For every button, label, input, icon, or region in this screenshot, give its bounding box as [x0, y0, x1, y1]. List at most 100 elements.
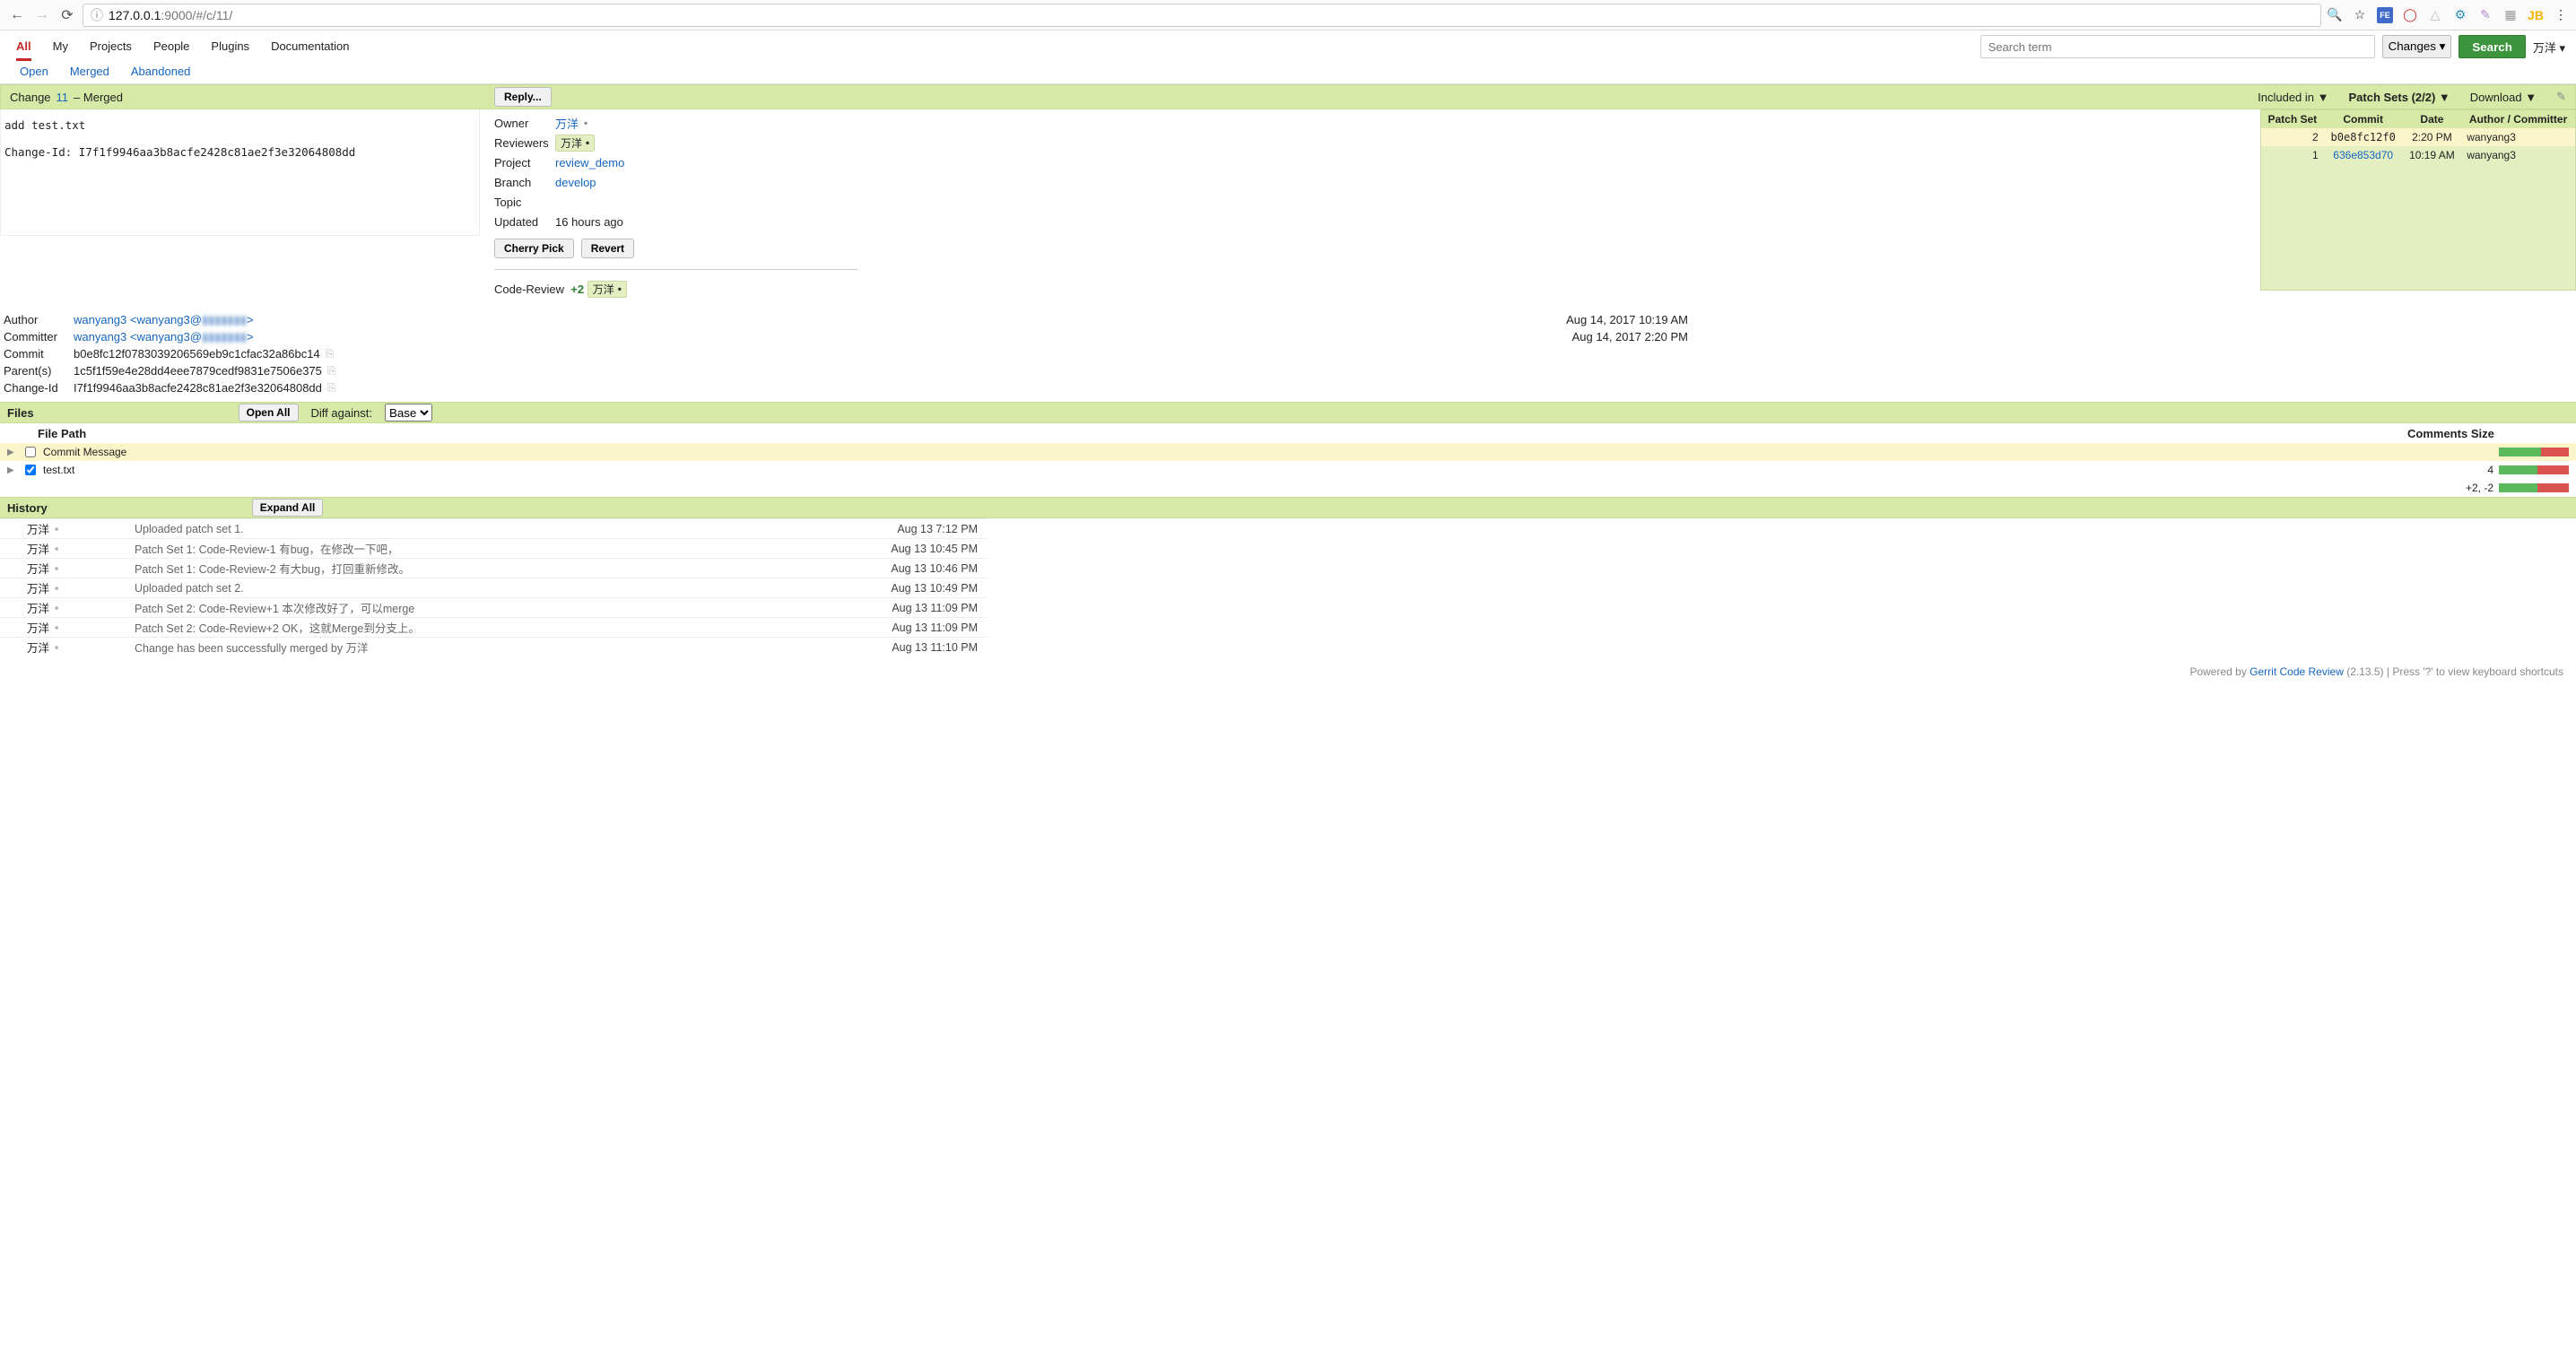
- change-status: – Merged: [74, 91, 123, 104]
- history-row[interactable]: 万洋 ▪Patch Set 1: Code-Review-1 有bug，在修改一…: [0, 538, 987, 558]
- tab-my[interactable]: My: [53, 32, 68, 61]
- tab-projects[interactable]: Projects: [90, 32, 132, 61]
- subtab-abandoned[interactable]: Abandoned: [131, 65, 191, 78]
- commit-meta: Authorwanyang3 <wanyang3@▮▮▮▮▮▮▮> Aug 14,…: [0, 306, 2576, 402]
- author-date: Aug 14, 2017 10:19 AM: [1566, 313, 2576, 326]
- ps-hdr-commit: Commit: [2324, 110, 2403, 128]
- nav-reload-icon[interactable]: ⟳: [57, 5, 77, 25]
- branch-label: Branch: [494, 176, 555, 189]
- diff-base-select[interactable]: Base: [385, 404, 432, 422]
- files-columns: File Path Comments Size: [0, 423, 2576, 443]
- open-all-button[interactable]: Open All: [239, 404, 299, 422]
- project-link[interactable]: review_demo: [555, 156, 624, 170]
- code-review-user-chip[interactable]: 万洋 ▪: [587, 281, 627, 298]
- included-in-dropdown[interactable]: Included in ▼: [2258, 91, 2328, 104]
- project-label: Project: [494, 156, 555, 170]
- url-rest: :9000/#/c/11/: [161, 8, 232, 22]
- copy-icon[interactable]: ⎘: [326, 347, 335, 361]
- col-comments: Comments: [2407, 427, 2467, 440]
- history-row[interactable]: 万洋 ▪Patch Set 1: Code-Review-2 有大bug，打回重…: [0, 558, 987, 578]
- changeid-label: Change-Id: [4, 381, 74, 395]
- history-row[interactable]: 万洋 ▪Uploaded patch set 2.Aug 13 10:49 PM: [0, 578, 987, 597]
- change-label: Change: [10, 91, 51, 104]
- owner-link[interactable]: 万洋: [555, 115, 579, 132]
- nav-back-icon[interactable]: ←: [7, 5, 27, 25]
- commit-label: Commit: [4, 347, 74, 361]
- footer: Powered by Gerrit Code Review (2.13.5) |…: [0, 656, 2576, 682]
- edit-icon[interactable]: ✎: [2556, 90, 2566, 104]
- browser-chrome: ← → ⟳ ⓘ 127.0.0.1:9000/#/c/11/ 🔍 ☆ FE ◯ …: [0, 0, 2576, 30]
- nav-forward-icon: →: [32, 5, 52, 25]
- ext-icon[interactable]: ✎: [2477, 7, 2493, 23]
- committer-link[interactable]: wanyang3 <wanyang3@▮▮▮▮▮▮▮>: [74, 330, 254, 344]
- commit-message: add test.txt Change-Id: I7f1f9946aa3b8ac…: [1, 109, 479, 235]
- patch-set-row[interactable]: 2b0e8fc12f02:20 PMwanyang3: [2261, 128, 2575, 146]
- sub-nav: Open Merged Abandoned: [0, 63, 2576, 84]
- expand-all-button[interactable]: Expand All: [252, 499, 324, 517]
- browser-extensions: 🔍 ☆ FE ◯ △ ⚙ ✎ ▦ JB ⋮: [2327, 7, 2569, 23]
- ext-icon[interactable]: ⚙: [2452, 7, 2468, 23]
- file-checkbox[interactable]: [25, 447, 36, 457]
- commit-hash: b0e8fc12f0783039206569eb9c1cfac32a86bc14: [74, 347, 320, 361]
- files-header: Files Open All Diff against: Base: [0, 402, 2576, 423]
- committer-date: Aug 14, 2017 2:20 PM: [1572, 330, 2576, 343]
- branch-link[interactable]: develop: [555, 176, 596, 189]
- patch-sets-dropdown[interactable]: Patch Sets (2/2) ▼: [2349, 91, 2450, 104]
- search-button[interactable]: Search: [2459, 35, 2525, 58]
- gerrit-link[interactable]: Gerrit Code Review: [2250, 665, 2344, 678]
- tab-plugins[interactable]: Plugins: [211, 32, 249, 61]
- copy-icon[interactable]: ⎘: [327, 381, 336, 395]
- updated-value: 16 hours ago: [555, 215, 623, 229]
- file-row[interactable]: ▶Commit Message: [0, 443, 2576, 461]
- subtab-merged[interactable]: Merged: [70, 65, 109, 78]
- ps-hdr-date: Date: [2403, 110, 2462, 128]
- history-row[interactable]: 万洋 ▪Patch Set 2: Code-Review+1 本次修改好了，可以…: [0, 597, 987, 617]
- cherry-pick-button[interactable]: Cherry Pick: [494, 239, 574, 258]
- tab-docs[interactable]: Documentation: [271, 32, 349, 61]
- ext-icon[interactable]: ◯: [2402, 7, 2418, 23]
- history-title: History: [7, 501, 48, 515]
- author-label: Author: [4, 313, 74, 326]
- user-menu[interactable]: 万洋 ▾: [2533, 39, 2565, 56]
- file-row[interactable]: ▶test.txt4: [0, 461, 2576, 479]
- ext-icon[interactable]: ▦: [2502, 7, 2519, 23]
- reviewer-chip[interactable]: 万洋 ▪: [555, 135, 595, 152]
- tab-people[interactable]: People: [153, 32, 189, 61]
- patch-set-row[interactable]: 1636e853d7010:19 AMwanyang3: [2261, 146, 2575, 164]
- patch-set-panel: Patch Set Commit Date Author / Committer…: [2260, 109, 2576, 291]
- ext-icon[interactable]: FE: [2377, 7, 2393, 23]
- changeid-value: I7f1f9946aa3b8acfe2428c81ae2f3e32064808d…: [74, 381, 322, 395]
- committer-label: Committer: [4, 330, 74, 343]
- author-link[interactable]: wanyang3 <wanyang3@▮▮▮▮▮▮▮>: [74, 313, 254, 327]
- file-checkbox[interactable]: [25, 465, 36, 475]
- revert-button[interactable]: Revert: [581, 239, 634, 258]
- copy-icon[interactable]: ⎘: [327, 364, 336, 378]
- files-total: +2, -2: [0, 479, 2576, 497]
- ps-hdr-author: Author / Committer: [2461, 110, 2575, 128]
- changes-dropdown[interactable]: Changes ▾: [2382, 35, 2452, 58]
- files-title: Files: [7, 406, 34, 420]
- search-input[interactable]: [1980, 35, 2375, 58]
- url-bar[interactable]: ⓘ 127.0.0.1:9000/#/c/11/: [83, 4, 2321, 27]
- change-header: Change 11 – Merged Reply... Included in …: [0, 84, 2576, 109]
- history-row[interactable]: 万洋 ▪Patch Set 2: Code-Review+2 OK，这就Merg…: [0, 617, 987, 637]
- updated-label: Updated: [494, 215, 555, 229]
- download-dropdown[interactable]: Download ▼: [2470, 91, 2537, 104]
- history-row[interactable]: 万洋 ▪Uploaded patch set 1.Aug 13 7:12 PM: [0, 518, 987, 538]
- star-icon[interactable]: ☆: [2352, 7, 2368, 23]
- reply-button[interactable]: Reply...: [494, 87, 552, 107]
- col-size: Size: [2471, 427, 2494, 440]
- col-filepath: File Path: [7, 427, 86, 440]
- nav-tabs: All My Projects People Plugins Documenta…: [7, 32, 350, 61]
- history-row[interactable]: 万洋 ▪Change has been successfully merged …: [0, 637, 987, 656]
- topic-label: Topic: [494, 196, 555, 209]
- ext-icon[interactable]: △: [2427, 7, 2443, 23]
- change-number[interactable]: 11: [57, 91, 69, 104]
- parents-label: Parent(s): [4, 364, 74, 378]
- url-host: 127.0.0.1: [109, 8, 161, 22]
- tab-all[interactable]: All: [16, 32, 31, 61]
- zoom-icon[interactable]: 🔍: [2327, 7, 2343, 23]
- ext-icon[interactable]: JB: [2528, 7, 2544, 23]
- subtab-open[interactable]: Open: [20, 65, 48, 78]
- browser-menu-icon[interactable]: ⋮: [2553, 7, 2569, 23]
